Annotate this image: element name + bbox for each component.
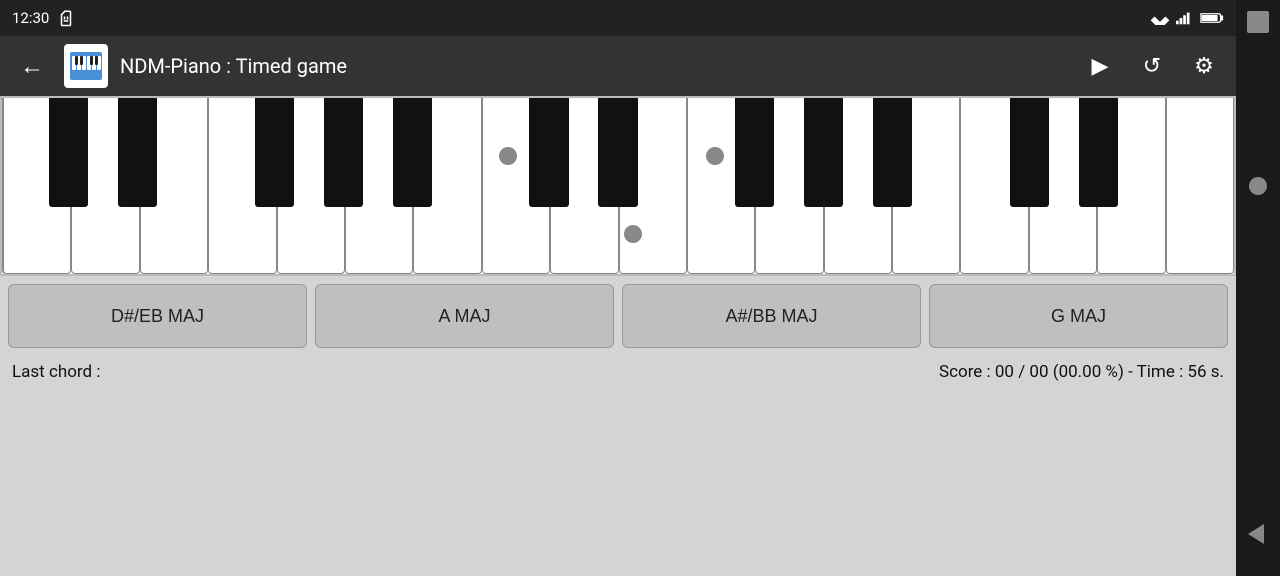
stop-icon <box>1247 11 1269 33</box>
piano-dot-2 <box>706 147 724 165</box>
black-key-11[interactable] <box>1010 98 1049 207</box>
reload-button[interactable]: ↺ <box>1132 46 1172 86</box>
black-key-3[interactable] <box>255 98 294 207</box>
chord-buttons: D#/EB MAJ A MAJ A#/BB MAJ G MAJ <box>0 276 1236 356</box>
chord-button-1[interactable]: D#/EB MAJ <box>8 284 307 348</box>
sim-icon <box>57 9 75 27</box>
piano-dot-3 <box>624 225 642 243</box>
piano-dot-1 <box>499 147 517 165</box>
black-key-2[interactable] <box>118 98 157 207</box>
chord-button-4[interactable]: G MAJ <box>929 284 1228 348</box>
sidebar-stop-button[interactable] <box>1244 8 1272 36</box>
back-button[interactable]: ← <box>12 48 52 85</box>
score-bar: Last chord : Score : 00 / 00 (00.00 %) -… <box>0 356 1236 388</box>
play-button[interactable]: ▶ <box>1080 46 1120 86</box>
piano-container <box>0 96 1236 276</box>
status-left: 12:30 <box>12 9 75 27</box>
sidebar-circle-button[interactable] <box>1244 172 1272 200</box>
black-key-7[interactable] <box>598 98 637 207</box>
battery-icon <box>1200 11 1224 25</box>
right-sidebar <box>1236 0 1280 576</box>
main-area: 12:30 <box>0 0 1236 576</box>
chord-button-3[interactable]: A#/BB MAJ <box>622 284 921 348</box>
black-key-10[interactable] <box>873 98 912 207</box>
black-key-8[interactable] <box>735 98 774 207</box>
status-right <box>1150 11 1224 25</box>
black-key-4[interactable] <box>324 98 363 207</box>
last-chord-label: Last chord : <box>12 362 100 382</box>
sidebar-back-button[interactable] <box>1244 520 1272 548</box>
white-key-18[interactable] <box>1166 98 1234 274</box>
signal-icon <box>1176 11 1194 25</box>
black-key-1[interactable] <box>49 98 88 207</box>
circle-icon <box>1249 177 1267 195</box>
black-key-12[interactable] <box>1079 98 1118 207</box>
score-text: Score : 00 / 00 (00.00 %) - Time : 56 s. <box>939 362 1224 382</box>
chord-button-2[interactable]: A MAJ <box>315 284 614 348</box>
wifi-icon <box>1150 11 1170 25</box>
status-bar: 12:30 <box>0 0 1236 36</box>
app-icon-image <box>68 48 104 84</box>
black-key-5[interactable] <box>393 98 432 207</box>
settings-button[interactable]: ⚙ <box>1184 46 1224 86</box>
app-title: NDM-Piano : Timed game <box>120 54 1068 78</box>
app-icon <box>64 44 108 88</box>
time-display: 12:30 <box>12 9 49 27</box>
toolbar: ← NDM-Piano : Timed game ▶ ↺ <box>0 36 1236 96</box>
black-key-6[interactable] <box>529 98 568 207</box>
black-key-9[interactable] <box>804 98 843 207</box>
triangle-icon <box>1248 524 1264 544</box>
